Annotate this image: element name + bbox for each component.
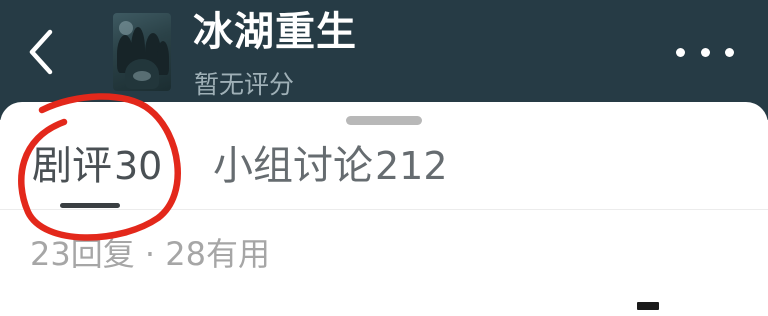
- tab-groups-label: 小组讨论: [213, 143, 373, 189]
- drama-title: 冰湖重生: [193, 9, 357, 55]
- more-horizontal-icon: [676, 47, 685, 57]
- partial-icon: [637, 302, 659, 310]
- more-dot: [700, 47, 710, 57]
- tab-reviews-label: 剧评: [32, 143, 112, 189]
- review-stats: 23回复 · 28有用: [30, 235, 270, 273]
- more-button[interactable]: [670, 35, 740, 69]
- rating-text: 暂无评分: [194, 70, 295, 99]
- tab-groups-count: 212: [375, 144, 448, 188]
- poster-thumbnail[interactable]: [113, 13, 171, 91]
- active-tab-indicator: [60, 203, 120, 208]
- chevron-left-icon: [29, 29, 53, 75]
- drag-handle[interactable]: [346, 116, 422, 125]
- tab-reviews-count: 30: [114, 144, 163, 188]
- back-button[interactable]: [18, 22, 64, 82]
- tab-reviews[interactable]: 剧评 30: [32, 142, 162, 190]
- bottom-sheet: 剧评 30 小组讨论 212 23回复 · 28有用: [0, 102, 768, 316]
- tab-group-discussions[interactable]: 小组讨论 212: [213, 142, 448, 190]
- divider: [0, 209, 768, 210]
- more-dot: [725, 47, 734, 57]
